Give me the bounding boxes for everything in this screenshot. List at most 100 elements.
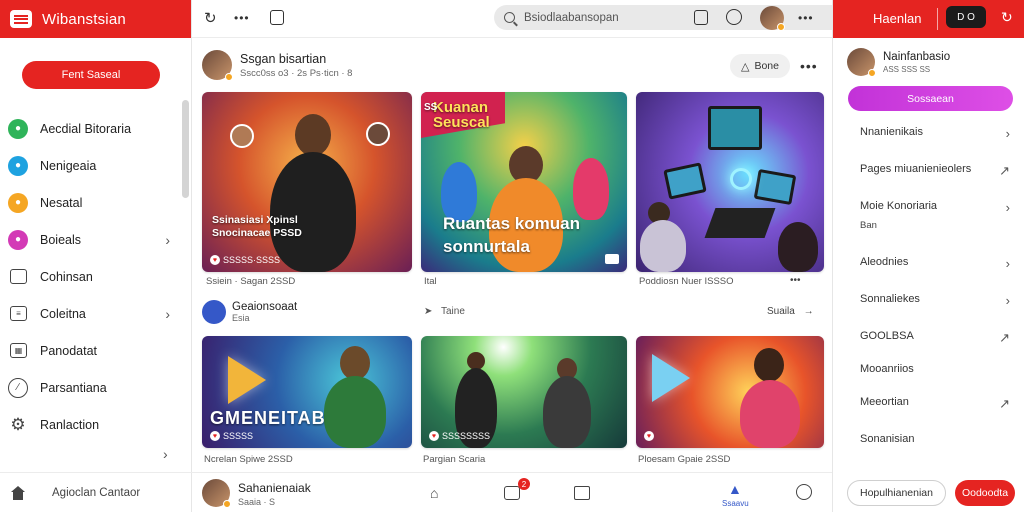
play-logo-icon [652,354,690,402]
link-icon[interactable]: ↻ [204,9,217,27]
chevron-right-icon: › [165,305,170,322]
share-icon[interactable] [694,10,708,25]
sidebar-item-3[interactable]: ● Nesatal [0,184,182,221]
arrow-right-icon: → [803,306,814,317]
status-dot [225,73,233,81]
video-thumbnail: Ssinasiasi Xpinsl Snocinacae PSSD ♥ SSSSS… [202,92,412,272]
video-thumbnail [636,92,824,272]
brand-name: Wibanstsian [42,10,126,28]
more-icon[interactable]: ••• [800,58,818,74]
sidebar-item-label: Cohinsan [40,269,93,284]
video-thumbnail: ♥ SSSSSSSS [421,336,627,448]
video-card[interactable]: ♥ SSSSSSSS [421,336,627,448]
chevron-right-icon: › [1005,256,1010,271]
right-list-item[interactable]: Moie Konoriaria Ban › [833,200,1024,256]
right-list-item[interactable]: Aleodnies › [833,256,1024,293]
badge-text: SSSSS·SSSS [223,255,281,265]
video-card[interactable]: GMENEITAB ♥ SSSSS [202,336,412,448]
item-label: Pages miuanienieolers [860,163,972,175]
sidebar-item-label: Panodatat [40,343,97,358]
monitor-screen [663,162,707,200]
sidebar-item-8[interactable]: ∕ Parsantiana [0,369,182,406]
channel-name[interactable]: Geaionsoaat [232,301,297,313]
chevron-right-icon: › [1005,293,1010,308]
author-avatar[interactable] [202,479,231,508]
more-icon[interactable]: ••• [234,11,250,25]
sidebar-scrollbar[interactable] [182,100,189,198]
chat-icon[interactable] [504,486,520,500]
ban-icon: ∕ [8,377,28,398]
card-overlay-title: Ssinasiasi Xpinsl Snocinacae PSSD [212,214,302,239]
video-card[interactable]: Kuanan Seuscal Ruantas komuan sonnurtala [421,92,627,272]
item-sub: Ban [860,220,877,231]
item-label: Sonanisian [860,433,915,445]
right-list-item[interactable]: Pages miuanienieolers ↗ [833,163,1024,200]
author-avatar[interactable] [202,50,233,81]
outline-button[interactable]: Hopulhianenian [847,480,946,506]
gear-icon: ⚙ [10,414,26,434]
right-list-item[interactable]: Meeortian ↗ [833,396,1024,433]
bookmark-icon[interactable] [270,10,284,25]
chevron-right-icon[interactable]: › [163,446,168,462]
home-icon[interactable]: ⌂ [430,485,438,501]
sidebar-item-1[interactable]: ● Aecdial Bitoraria [0,110,182,147]
sidebar-item-4[interactable]: ● Boieals › [0,221,182,258]
author-name[interactable]: Ssgan bisartian [240,52,352,66]
rocket-icon[interactable]: ▲ [728,481,742,497]
right-header-bar: Haenlan D O ↻ [833,0,1024,38]
video-thumbnail: Kuanan Seuscal Ruantas komuan sonnurtala [421,92,627,272]
channel-sub: Esia [232,313,250,323]
home-icon [10,485,26,500]
chevron-right-icon: › [165,231,170,248]
clock-icon[interactable] [796,484,812,500]
more-icon[interactable]: ••• [790,275,801,286]
purple-action-button[interactable]: Sossaean [848,86,1013,111]
video-card[interactable]: ♥ [636,336,824,448]
see-all-link[interactable]: Suaila → [767,306,814,317]
item-label: Moie Konoriaria [860,200,938,212]
video-card[interactable]: Ssinasiasi Xpinsl Snocinacae PSSD ♥ SSSSS… [202,92,412,272]
toggle-button[interactable]: D O [946,6,986,28]
section-middle[interactable]: ➤ Taine [424,306,465,317]
card-badge: ♥ [644,430,654,442]
left-sidebar: Wibanstsian Fent Saseal ● Aecdial Bitora… [0,0,192,512]
clock-icon[interactable] [726,9,742,25]
feed-footer: Sahanienaiak Saaia · S ⌂ 2 ▲ Ssaavu [192,472,832,512]
person-figure [270,152,356,272]
more-icon[interactable]: ••• [798,11,814,25]
sidebar-item-6[interactable]: ≡ Coleitna › [0,295,182,332]
sidebar-item-2[interactable]: ● Nenigeaia [0,147,182,184]
avatar[interactable] [760,6,785,31]
sidebar-item-9[interactable]: ⚙ Ranlaction [0,406,182,443]
refresh-icon[interactable]: ↻ [1001,9,1013,26]
monitor-screen [708,106,762,150]
channel-avatar[interactable] [202,300,226,324]
red-action-button[interactable]: Oodoodta [955,480,1015,506]
video-card[interactable] [636,92,824,272]
follow-button[interactable]: △ Bone [730,54,790,78]
right-list-item[interactable]: GOOLBSA ↗ [833,330,1024,363]
right-list-item[interactable]: Sonanisian [833,433,1024,463]
sidebar-item-7[interactable]: ▦ Panodatat [0,332,182,369]
play-icon [605,254,619,264]
right-list-item[interactable]: Mooanriios [833,363,1024,396]
left-footer[interactable]: Agioclan Cantaor [0,472,192,512]
comment-icon[interactable] [574,486,590,500]
notification-badge: 2 [518,478,530,490]
primary-cta-button[interactable]: Fent Saseal [22,61,160,89]
right-list-item[interactable]: Sonnaliekes › [833,293,1024,330]
right-list-item[interactable]: Nnanienikais › [833,126,1024,163]
card-badge: ♥ SSSSS·SSSS [210,254,280,266]
active-tab-label[interactable]: Ssaavu [722,499,749,508]
sidebar-item-5[interactable]: Cohinsan [0,258,182,295]
search-icon [504,12,515,23]
person-avatar [366,122,390,146]
footer-author[interactable]: Sahanienaiak [238,481,311,495]
top-bar: ↻ ••• Bsiodlaabansopan ••• [192,0,856,38]
brand-bar: Wibanstsian [0,0,191,38]
card-banner-title: Kuanan Seuscal [433,99,490,131]
right-user[interactable]: Nainfanbasio ASS SSS SS [847,48,950,77]
sidebar-item-label: Aecdial Bitoraria [40,121,132,136]
status-dot [868,69,876,77]
menu-icon[interactable] [10,10,32,28]
